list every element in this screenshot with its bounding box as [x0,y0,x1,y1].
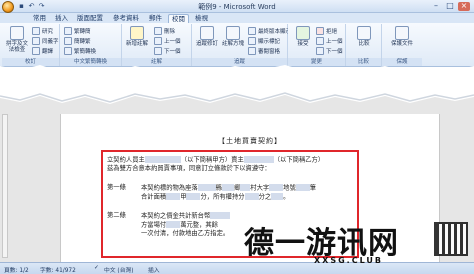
protect-icon [395,26,409,40]
area-fen-field[interactable] [186,193,201,200]
spell-status-icon[interactable]: ✓ [94,265,99,271]
previous-comment-button[interactable]: 上一個 [154,37,181,45]
close-icon[interactable]: × [458,2,470,11]
area-jia-field[interactable] [166,193,181,200]
tab-review[interactable]: 校閱 [168,14,189,23]
research-button[interactable]: 研究 [32,27,53,35]
new-comment-button[interactable]: 新增註解 [124,26,150,47]
balloons-icon [226,26,240,40]
accept-button[interactable]: 接受 [290,26,316,47]
group-chinese-conversion: 繁轉簡 簡轉繁 繁簡轉換 中文繁簡轉換 [60,24,122,66]
price-field[interactable] [210,212,231,219]
word-window: ▪ ↶ ↷ 範例9 - Microsoft Word – □ × 常用 插入 版… [0,0,474,274]
compare-button[interactable]: 比較 [351,26,377,47]
reject-button[interactable]: 拒絕 [316,27,337,35]
next-comment-button[interactable]: 下一個 [154,47,181,55]
county-field[interactable] [197,184,216,191]
article-2-line-3: 一次付清，付款地由乙方指定。 [141,230,230,237]
lot-count-field[interactable] [295,184,310,191]
group-proofing: 拼字及文法檢查 研究 同義字 翻譯 校訂 [2,24,60,66]
delete-comment-button[interactable]: 刪除 [154,27,175,35]
ribbon: 拼字及文法檢查 研究 同義字 翻譯 校訂 繁轉簡 簡轉繁 繁簡轉換 中文繁簡轉換… [0,23,474,67]
group-compare: 比較 比較 [346,24,382,66]
article-1-label: 第一條 [107,184,126,191]
tab-insert[interactable]: 插入 [52,14,71,23]
share-numerator-field[interactable] [271,193,284,200]
thesaurus-icon [32,37,40,45]
deposit-field[interactable] [166,221,181,228]
track-changes-button[interactable]: 追蹤修訂 [194,26,220,47]
group-comments: 新增註解 刪除 上一個 下一個 註解 [122,24,192,66]
torn-edge-separator [0,65,474,110]
township-field[interactable] [221,184,234,191]
next-change-button[interactable]: 下一個 [316,47,343,55]
delete-icon [154,27,162,35]
next-icon [154,47,162,55]
window-title: 範例9 - Microsoft Word [198,3,276,11]
accept-icon [296,26,310,40]
convert-icon [64,37,72,45]
minimize-icon[interactable]: – [430,2,442,11]
village-field[interactable] [240,184,251,191]
protect-document-button[interactable]: 保護文件 [389,26,415,47]
translate-icon [32,47,40,55]
track-changes-icon [200,26,214,40]
pane-icon [248,47,256,55]
watermark-subtext: XXSG.CLUB [314,256,383,265]
article-1-line-2: 合計面積甲分，所有權持分 分之。 [141,193,290,201]
insert-mode[interactable]: 插入 [148,265,160,274]
maximize-icon[interactable]: □ [444,2,456,11]
section-field[interactable] [269,184,284,191]
spelling-icon [10,26,24,40]
display-icon [248,27,256,35]
new-comment-icon [130,26,144,40]
simp-to-trad-button[interactable]: 簡轉繁 [64,37,91,45]
language-indicator[interactable]: 中文 (台灣) [104,265,134,274]
intro-line-2: 茲為雙方合意本約買賣事項，同意訂立條款於下以資遵守： [107,165,271,172]
article-1-line-1: 本契約標的物為座落縣鄉村大字 地號筆 [141,184,317,192]
chinese-conversion-button[interactable]: 繁簡轉換 [64,47,96,55]
convert-icon [64,47,72,55]
previous-icon [154,37,162,45]
ribbon-tabs: 常用 插入 版面配置 參考資料 郵件 校閱 檢視 [0,13,474,23]
tab-page-layout[interactable]: 版面配置 [74,14,106,23]
previous-icon [316,37,324,45]
document-title: 【土地買賣契約】 [218,137,282,145]
previous-change-button[interactable]: 上一個 [316,37,343,45]
reject-icon [316,27,324,35]
trad-to-simp-button[interactable]: 繁轉簡 [64,27,91,35]
qr-code-icon [434,222,468,256]
reviewing-pane-button[interactable]: 審閱窗格 [248,47,280,55]
group-tracking: 追蹤修訂 註解方塊 最終版本顯示標記 顯示標記 審閱窗格 追蹤 [192,24,288,66]
spelling-button[interactable]: 拼字及文法檢查 [4,26,30,53]
seller-field[interactable] [243,156,274,163]
tab-mailings[interactable]: 郵件 [146,14,165,23]
page-count[interactable]: 頁數: 1/2 [4,265,29,274]
buyer-field[interactable] [144,156,181,163]
translate-button[interactable]: 翻譯 [32,47,53,55]
display-for-review-dropdown[interactable]: 最終版本顯示標記 [248,27,288,35]
article-2-label: 第二條 [107,212,126,219]
site-watermark: 德一游讯网 XXSG.CLUB [234,218,470,272]
article-2-line-2: 方當場付 萬元整，其餘 [141,221,218,229]
share-denominator-field[interactable] [244,193,259,200]
article-2-line-1: 本契約之價金共計新台幣 [141,212,231,221]
group-protect: 保護文件 保護 [382,24,422,66]
tab-references[interactable]: 參考資料 [110,14,142,23]
vertical-ruler [2,114,8,258]
intro-line-1: 立契約人買主 （以下簡稱甲方）賣主 （以下簡稱乙方） [107,156,325,164]
tab-view[interactable]: 檢視 [192,14,211,23]
research-icon [32,27,40,35]
thesaurus-button[interactable]: 同義字 [32,37,59,45]
group-changes: 接受 拒絕 上一個 下一個 變更 [288,24,346,66]
tab-home[interactable]: 常用 [30,14,49,23]
show-markup-button[interactable]: 顯示標記 [248,37,280,45]
compare-icon [357,26,371,40]
markup-icon [248,37,256,45]
title-bar: ▪ ↶ ↷ 範例9 - Microsoft Word – □ × [0,0,474,13]
next-icon [316,47,324,55]
balloons-button[interactable]: 註解方塊 [220,26,246,47]
word-count[interactable]: 字數: 41/972 [40,265,76,274]
convert-icon [64,27,72,35]
